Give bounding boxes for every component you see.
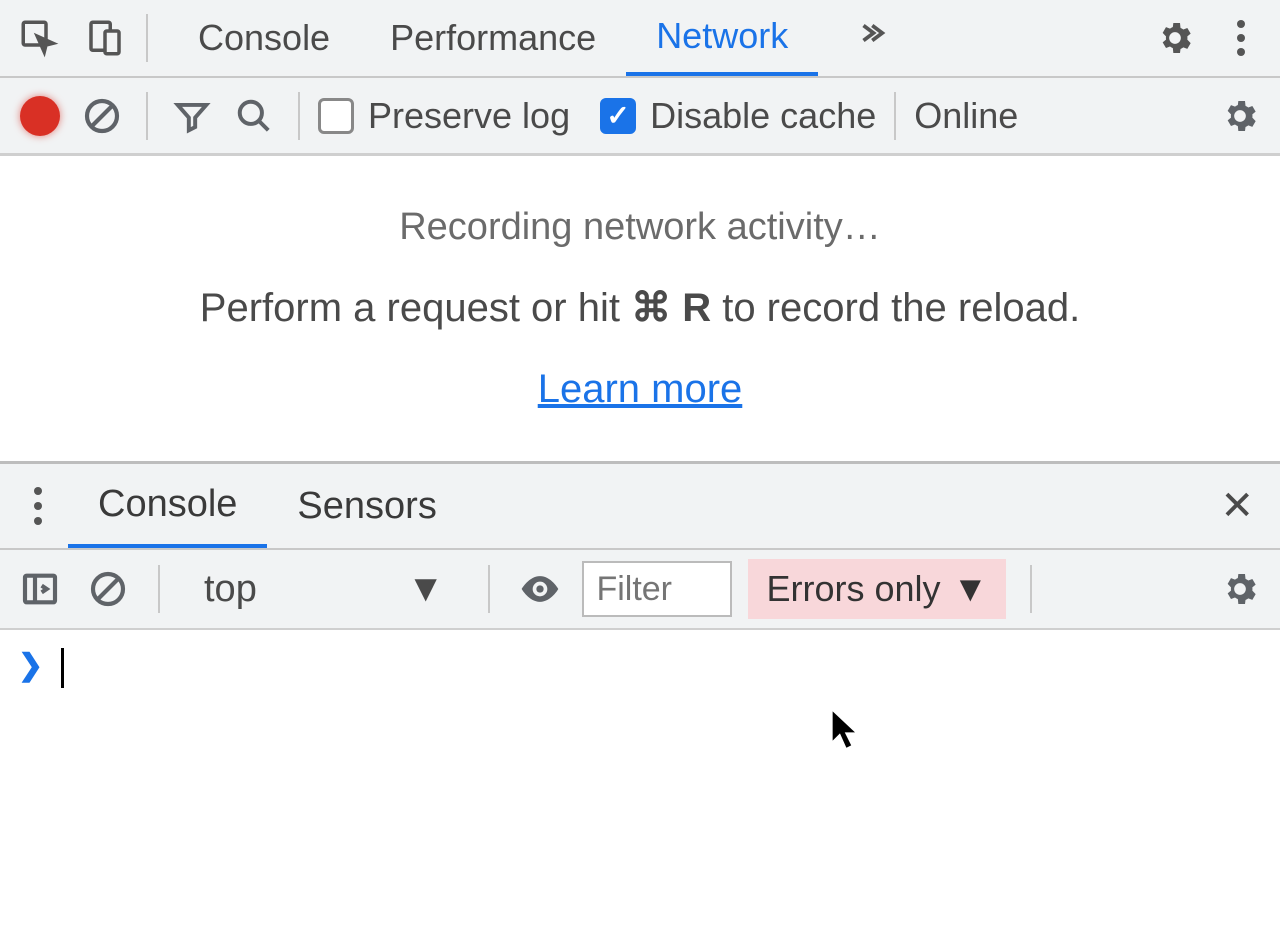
device-toolbar-icon[interactable] [72,5,138,71]
preserve-log-label: Preserve log [368,95,570,137]
close-drawer-icon[interactable]: ✕ [1202,483,1272,529]
settings-gear-icon[interactable] [1142,5,1208,71]
drawer-tab-sensors[interactable]: Sensors [267,464,466,548]
network-settings-gear-icon[interactable] [1214,90,1266,142]
divider [894,92,896,140]
more-menu-icon[interactable] [1208,5,1274,71]
hint-prefix: Perform a request or hit [200,286,631,330]
disable-cache-label: Disable cache [650,95,876,137]
recording-title: Recording network activity… [399,206,881,249]
learn-more-link[interactable]: Learn more [538,367,743,412]
disable-cache-checkbox[interactable]: Disable cache [600,95,876,137]
live-expression-icon[interactable] [514,563,566,615]
chevron-down-icon: ▼ [407,568,445,611]
drawer-tab-console[interactable]: Console [68,464,267,548]
console-clear-icon[interactable] [82,563,134,615]
tab-network[interactable]: Network [626,0,818,76]
inspect-element-icon[interactable] [6,5,72,71]
tab-console[interactable]: Console [168,0,360,76]
search-icon[interactable] [228,90,280,142]
record-dot-icon [20,96,60,136]
log-levels-select[interactable]: Errors only ▼ [748,559,1006,619]
record-button[interactable] [14,90,66,142]
checkbox-icon [318,98,354,134]
console-settings-gear-icon[interactable] [1214,563,1266,615]
devtools-main-tabstrip: Console Performance Network [0,0,1280,78]
context-label: top [204,568,257,611]
divider [488,565,490,613]
divider [158,565,160,613]
more-tabs-icon[interactable] [838,0,904,66]
execution-context-select[interactable]: top ▼ [184,568,464,611]
prompt-chevron-icon: ❯ [18,648,43,920]
console-toolbar: top ▼ Errors only ▼ [0,550,1280,630]
tab-performance[interactable]: Performance [360,0,626,76]
chevron-down-icon: ▼ [953,568,989,610]
divider [298,92,300,140]
throttling-select[interactable]: Online [914,95,1018,137]
checkbox-icon [600,98,636,134]
text-cursor [61,648,64,688]
clear-icon[interactable] [76,90,128,142]
filter-icon[interactable] [166,90,218,142]
throttling-label: Online [914,95,1018,137]
console-prompt-area[interactable]: ❯ [0,630,1280,938]
divider [146,92,148,140]
hint-suffix: to record the reload. [711,286,1080,330]
network-toolbar: Preserve log Disable cache Online [0,78,1280,156]
drawer-tabstrip: Console Sensors ✕ [0,464,1280,550]
mouse-cursor-icon [828,708,864,752]
levels-label: Errors only [766,568,940,610]
network-empty-state: Recording network activity… Perform a re… [0,156,1280,464]
drawer-more-icon[interactable] [8,476,68,536]
divider [146,14,148,62]
divider [1030,565,1032,613]
hint-shortcut: ⌘ R [631,286,711,330]
recording-hint: Perform a request or hit ⌘ R to record t… [200,285,1080,331]
console-sidebar-toggle-icon[interactable] [14,563,66,615]
preserve-log-checkbox[interactable]: Preserve log [318,95,570,137]
console-filter-input[interactable] [582,561,732,617]
